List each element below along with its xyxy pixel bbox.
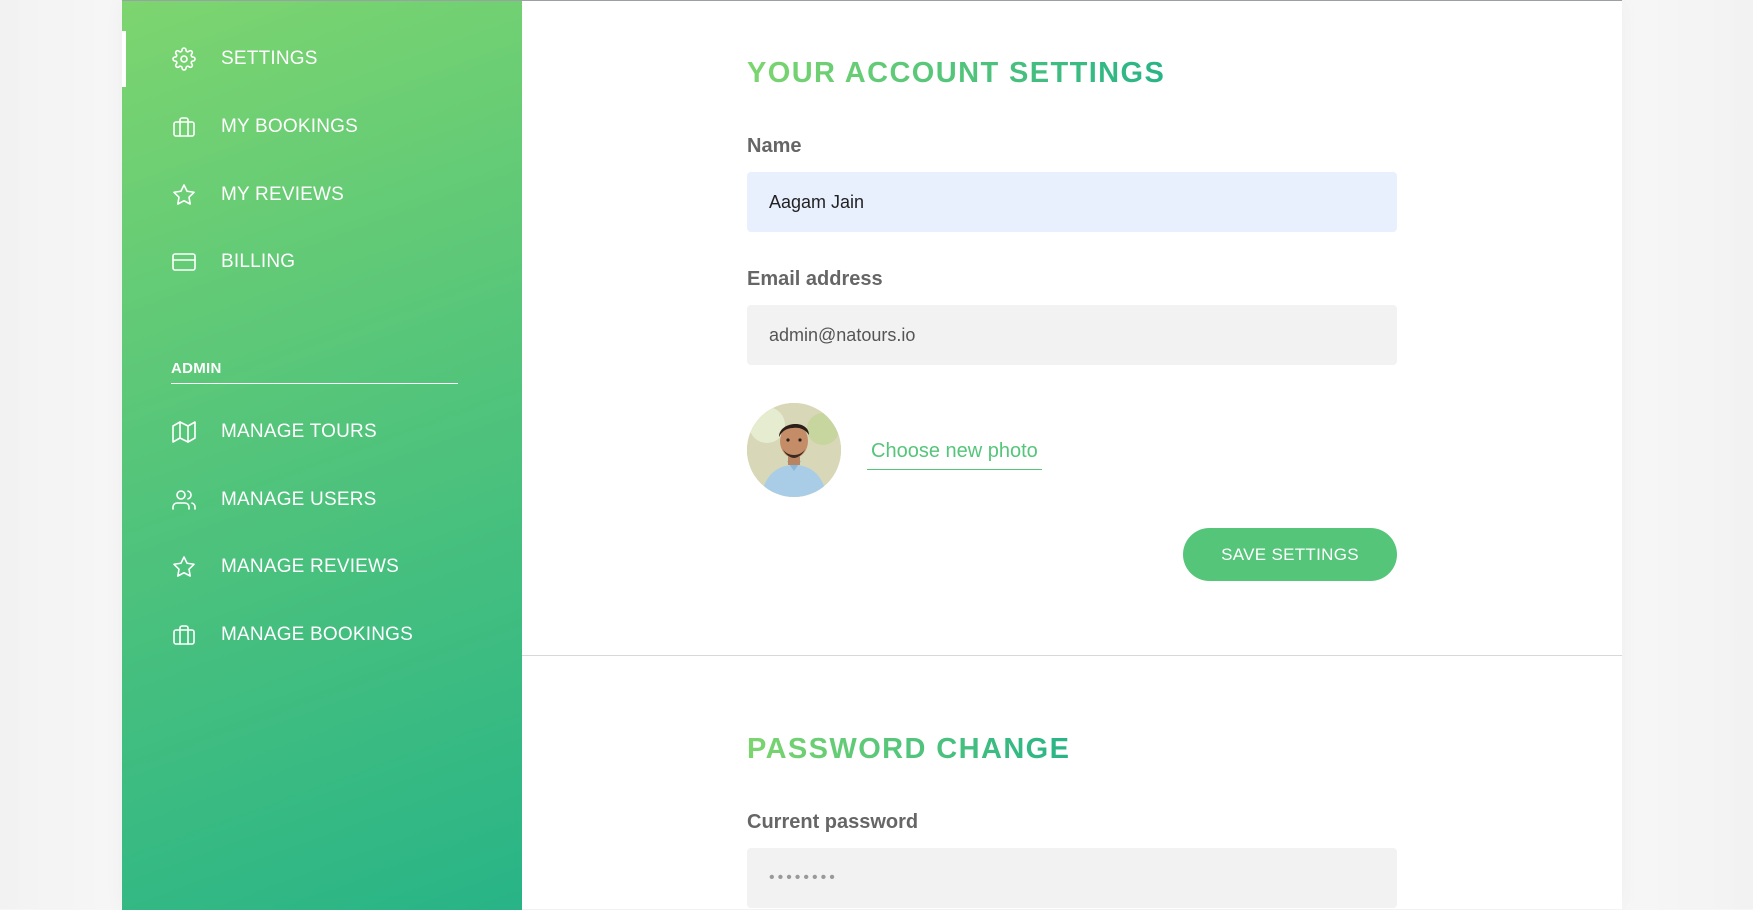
email-input[interactable] <box>747 305 1397 365</box>
password-mask: •••••••• <box>769 869 838 886</box>
page-background: Settings My bookings My reviews <box>0 0 1753 910</box>
sidebar-item-label: My reviews <box>221 184 345 205</box>
sidebar-item-billing[interactable]: Billing <box>122 234 522 290</box>
account-content: Your account settings Name Email address <box>522 1 1622 910</box>
map-icon <box>171 419 197 445</box>
password-change-title: Password change <box>747 733 1071 765</box>
sidebar-item-settings[interactable]: Settings <box>122 31 522 87</box>
gear-icon <box>171 46 197 72</box>
current-password-label: Current password <box>747 811 919 833</box>
sidebar-item-label: Manage tours <box>221 421 377 442</box>
sidebar-item-label: Manage users <box>221 489 377 510</box>
credit-card-icon <box>171 249 197 275</box>
name-input[interactable] <box>747 172 1397 232</box>
photo-upload-row: Choose new photo <box>747 403 1042 497</box>
sidebar-item-label: Billing <box>221 251 296 272</box>
star-icon <box>171 182 197 208</box>
sidebar-item-my-reviews[interactable]: My reviews <box>122 167 522 223</box>
users-icon <box>171 487 197 513</box>
account-settings-title: Your account settings <box>747 57 1166 89</box>
sidebar-item-my-bookings[interactable]: My bookings <box>122 99 522 155</box>
sidebar-item-label: Settings <box>221 48 318 69</box>
sidebar-item-manage-reviews[interactable]: Manage reviews <box>122 539 522 595</box>
current-password-input[interactable]: •••••••• <box>747 848 1397 908</box>
briefcase-icon <box>171 622 197 648</box>
user-photo-icon <box>747 403 841 497</box>
name-label: Name <box>747 135 802 157</box>
sidebar-item-manage-users[interactable]: Manage users <box>122 472 522 528</box>
sidebar-item-manage-tours[interactable]: Manage tours <box>122 404 522 460</box>
avatar <box>747 403 841 497</box>
email-label: Email address <box>747 268 883 290</box>
sidebar-item-label: My bookings <box>221 116 358 137</box>
sidebar-item-label: Manage bookings <box>221 624 413 645</box>
sidebar: Settings My bookings My reviews <box>122 1 522 910</box>
account-card: Settings My bookings My reviews <box>122 0 1622 910</box>
section-divider <box>522 655 1622 656</box>
sidebar-item-label: Manage reviews <box>221 556 400 577</box>
sidebar-item-manage-bookings[interactable]: Manage bookings <box>122 607 522 663</box>
admin-nav-heading: Admin <box>171 360 458 384</box>
briefcase-icon <box>171 114 197 140</box>
choose-photo-link[interactable]: Choose new photo <box>867 436 1042 470</box>
star-icon <box>171 554 197 580</box>
save-settings-button[interactable]: Save settings <box>1183 528 1397 581</box>
